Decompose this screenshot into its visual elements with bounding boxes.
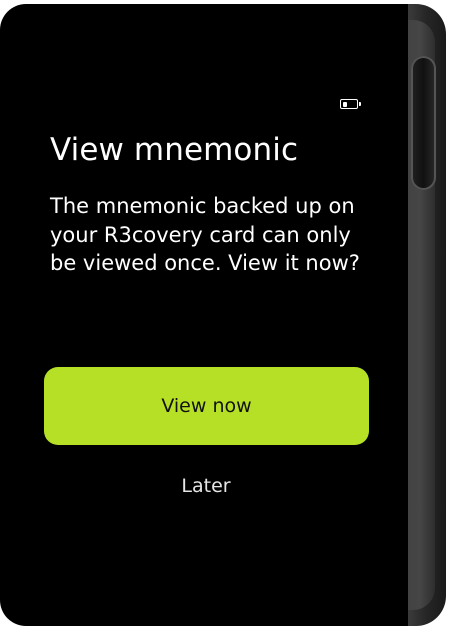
dialog-title: View mnemonic xyxy=(50,132,299,168)
later-button[interactable]: Later xyxy=(144,468,268,504)
hardware-wallet-device: View mnemonic The mnemonic backed up on … xyxy=(0,4,447,626)
view-now-button[interactable]: View now xyxy=(44,367,369,445)
dialog-message: The mnemonic backed up on your R3covery … xyxy=(50,194,360,275)
battery-level-fill xyxy=(342,101,347,107)
device-screen: View mnemonic The mnemonic backed up on … xyxy=(0,4,408,626)
battery-icon xyxy=(340,99,361,109)
side-button[interactable] xyxy=(411,56,436,190)
